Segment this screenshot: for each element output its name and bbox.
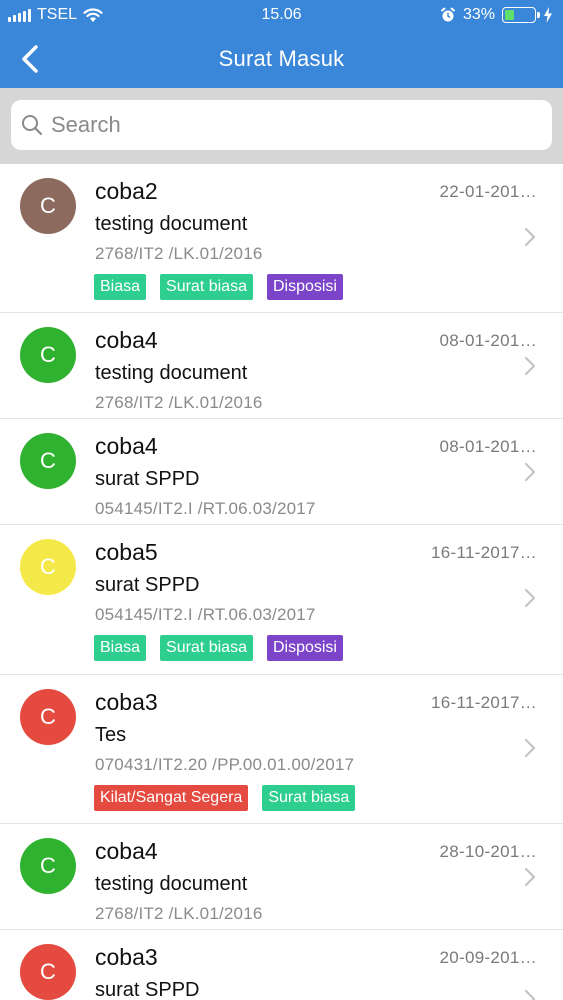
mail-number: 054145/IT2.I /RT.06.03/2017 xyxy=(95,605,316,624)
tag-group: Biasa Surat biasa Disposisi xyxy=(94,274,343,300)
search-box[interactable] xyxy=(11,100,552,150)
mail-date: 08-01-201… xyxy=(439,331,537,350)
mail-number: 2768/IT2 /LK.01/2016 xyxy=(95,244,263,263)
status-badge: Disposisi xyxy=(266,274,343,300)
mail-subject: surat SPPD xyxy=(95,574,200,596)
mail-date: 08-01-201… xyxy=(439,437,537,456)
status-bar: TSEL 15.06 33% xyxy=(0,0,563,30)
mail-date: 16-11-2017… xyxy=(431,543,537,562)
mail-list-item[interactable]: Ccoba3 16-11-2017… Tes 070431/IT2.20 /PP.00… xyxy=(0,675,563,824)
status-badge: Kilat/Sangat Segera xyxy=(94,785,249,811)
charging-bolt-icon xyxy=(544,7,552,23)
chevron-right-icon xyxy=(524,227,536,247)
status-badge: Biasa xyxy=(94,635,147,661)
sender-name: coba4 xyxy=(95,838,158,864)
mail-date: 22-01-201… xyxy=(439,182,537,201)
sender-avatar: C xyxy=(20,689,76,745)
sender-avatar: C xyxy=(20,838,76,894)
battery-percent: 33% xyxy=(462,6,495,23)
search-icon xyxy=(22,115,43,136)
chevron-right-icon xyxy=(524,462,536,482)
tag-group: Biasa Surat biasa Disposisi xyxy=(94,635,343,661)
sender-name: coba4 xyxy=(95,433,158,459)
sender-avatar: C xyxy=(20,539,76,595)
chevron-right-icon xyxy=(524,989,536,1000)
status-badge: Surat biasa xyxy=(160,635,253,661)
mail-list-item[interactable]: Ccoba5 16-11-2017… surat SPPD 054145/IT2.I … xyxy=(0,525,563,675)
mail-subject: testing document xyxy=(95,873,248,895)
chevron-right-icon xyxy=(524,867,536,887)
mail-list-item[interactable]: Ccoba4 08-01-201… surat SPPD 054145/IT2.I /… xyxy=(0,419,563,525)
search-bar xyxy=(0,88,563,164)
mail-subject: surat SPPD xyxy=(95,468,200,490)
sender-name: coba4 xyxy=(95,327,158,353)
incoming-mail-list: Ccoba2 22-01-201… testing document 2768/IT2… xyxy=(0,164,563,1000)
mail-list-item[interactable]: Ccoba4 28-10-201… testing document 2768/IT2… xyxy=(0,824,563,930)
status-badge: Biasa xyxy=(94,274,147,300)
sender-avatar: C xyxy=(20,944,76,1000)
mail-number: 070431/IT2.20 /PP.00.01.00/2017 xyxy=(95,755,355,774)
tag-group: Kilat/Sangat Segera Surat biasa xyxy=(94,785,356,811)
mail-list-item[interactable]: Ccoba3 20-09-201… surat SPPD xyxy=(0,930,563,1000)
sender-name: coba5 xyxy=(95,539,158,565)
mail-date: 28-10-201… xyxy=(439,842,537,861)
battery-level xyxy=(505,10,515,20)
status-right: 33% xyxy=(440,6,553,24)
navigation-bar: Surat Masuk xyxy=(0,30,563,88)
mail-list-item[interactable]: Ccoba4 08-01-201… testing document 2768/IT2… xyxy=(0,313,563,419)
chevron-right-icon xyxy=(524,738,536,758)
chevron-right-icon xyxy=(524,356,536,376)
status-badge: Disposisi xyxy=(266,635,343,661)
mail-number: 2768/IT2 /LK.01/2016 xyxy=(95,393,263,412)
sender-name: coba3 xyxy=(95,944,158,970)
mail-number: 2768/IT2 /LK.01/2016 xyxy=(95,904,263,923)
sender-name: coba3 xyxy=(95,689,158,715)
alarm-clock-icon xyxy=(440,7,455,22)
sender-avatar: C xyxy=(20,433,76,489)
sender-avatar: C xyxy=(20,178,76,234)
mail-date: 20-09-201… xyxy=(439,948,537,967)
sender-name: coba2 xyxy=(95,178,158,204)
mail-subject: testing document xyxy=(95,362,248,384)
chevron-right-icon xyxy=(524,588,536,608)
mail-subject: testing document xyxy=(95,213,248,235)
page-title: Surat Masuk xyxy=(218,46,345,71)
mail-number: 054145/IT2.I /RT.06.03/2017 xyxy=(95,499,316,518)
battery-icon xyxy=(502,7,540,23)
status-badge: Surat biasa xyxy=(262,785,356,811)
mail-subject: Tes xyxy=(95,724,127,746)
status-badge: Surat biasa xyxy=(160,274,253,300)
mail-date: 16-11-2017… xyxy=(431,693,537,712)
mail-subject: surat SPPD xyxy=(95,979,200,1000)
sender-avatar: C xyxy=(20,327,76,383)
mail-list-item[interactable]: Ccoba2 22-01-201… testing document 2768/IT2… xyxy=(0,164,563,313)
search-input[interactable] xyxy=(51,112,531,138)
